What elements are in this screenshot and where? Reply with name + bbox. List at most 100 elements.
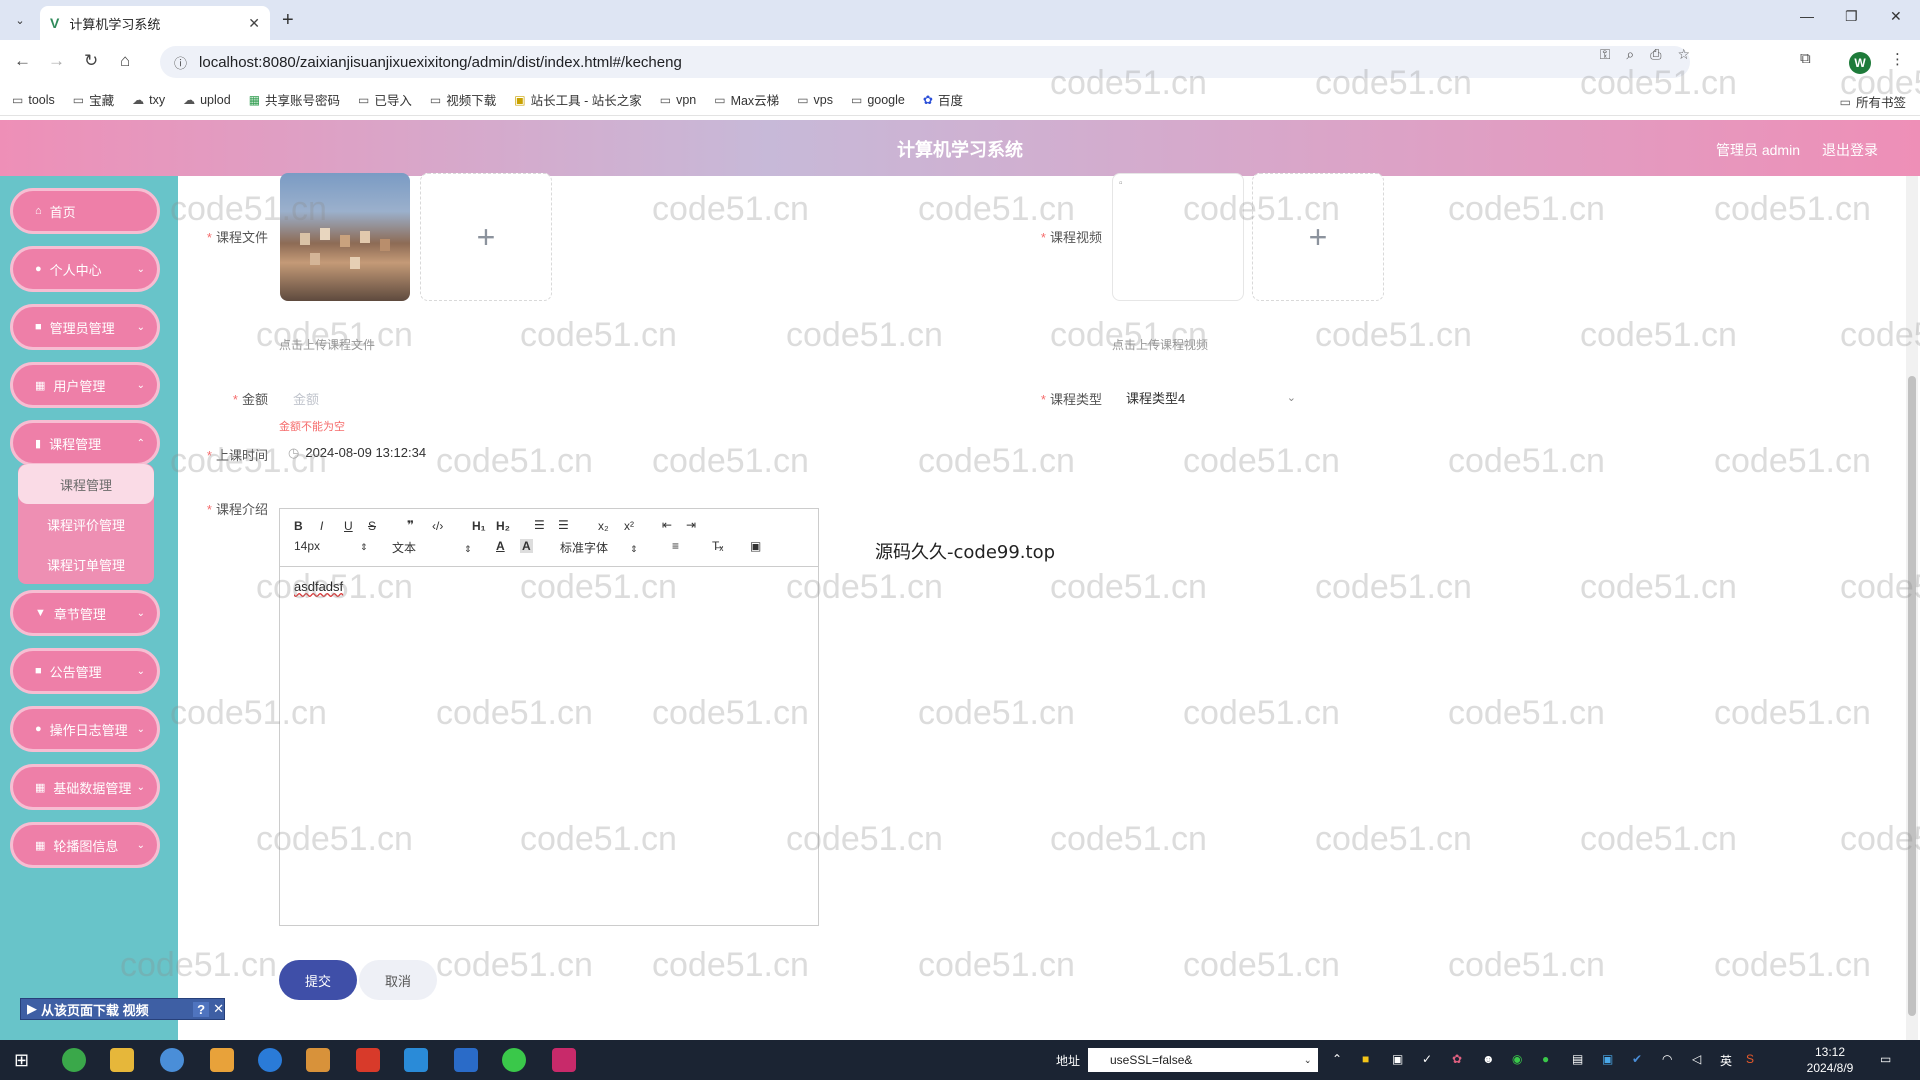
- amount-input[interactable]: 金额: [293, 389, 319, 408]
- course-type-select[interactable]: 课程类型4 ⌄: [1118, 383, 1302, 411]
- minimize-icon[interactable]: —: [1800, 8, 1814, 24]
- class-time-input[interactable]: ◷ 2024-08-09 13:12:34: [288, 445, 426, 461]
- sidebar-item-home[interactable]: ⌂ 首页: [10, 188, 160, 234]
- indent-icon[interactable]: ⇥: [686, 518, 696, 532]
- bookmark-item[interactable]: ▣ 站长工具 - 站长之家: [514, 90, 641, 109]
- taskbar-address-input[interactable]: useSSL=false& ⌄: [1088, 1048, 1318, 1072]
- underline-icon[interactable]: U: [344, 519, 353, 533]
- password-key-icon[interactable]: ⚿: [1600, 46, 1611, 63]
- sidebar-item-admins[interactable]: ■ 管理员管理 ⌄: [10, 304, 160, 350]
- clear-format-icon[interactable]: T̶ₓ: [712, 539, 723, 553]
- sidebar-item-chapters[interactable]: ▼ 章节管理 ⌄: [10, 590, 160, 636]
- all-bookmarks[interactable]: ▭ 所有书签: [1840, 92, 1906, 111]
- extensions-icon[interactable]: ⧉: [1800, 50, 1811, 67]
- intellij-icon[interactable]: [552, 1048, 576, 1072]
- course-file-upload-button[interactable]: +: [420, 173, 552, 301]
- bookmark-item[interactable]: ✿ 百度: [923, 90, 963, 109]
- omnibox[interactable]: ⓘ localhost:8080/zaixianjisuanjixuexixit…: [160, 46, 1690, 78]
- course-video-upload-button[interactable]: +: [1252, 173, 1384, 301]
- app-icon[interactable]: [306, 1048, 330, 1072]
- screenshot-icon[interactable]: ⎙: [1650, 46, 1661, 63]
- uploaded-image-thumbnail[interactable]: [280, 173, 410, 301]
- video-download-bar[interactable]: ▶ 从该页面下载 视频 ? ✕: [20, 998, 225, 1020]
- blockquote-icon[interactable]: ❞: [407, 518, 414, 532]
- tray-app-icon[interactable]: ✿: [1452, 1052, 1462, 1066]
- submenu-item-course-manage[interactable]: 课程管理: [18, 464, 154, 504]
- bookmark-item[interactable]: ▭ vpn: [660, 93, 697, 107]
- site-info-icon[interactable]: ⓘ: [174, 53, 187, 72]
- cancel-button[interactable]: 取消: [359, 960, 437, 1000]
- tray-app-icon[interactable]: ◉: [1512, 1052, 1522, 1066]
- scrollbar-thumb[interactable]: [1908, 376, 1916, 1016]
- tray-app-icon[interactable]: ✔: [1632, 1052, 1642, 1066]
- home-icon[interactable]: ⌂: [120, 51, 130, 71]
- tray-wechat-icon[interactable]: ●: [1542, 1052, 1549, 1066]
- notification-icon[interactable]: ▭: [1880, 1052, 1891, 1066]
- forward-icon[interactable]: →: [48, 51, 65, 71]
- font-color-icon[interactable]: A: [496, 539, 505, 553]
- network-icon[interactable]: ◠: [1662, 1052, 1672, 1066]
- edge-icon[interactable]: [258, 1048, 282, 1072]
- uploaded-video-thumbnail[interactable]: ▫: [1112, 173, 1244, 301]
- windows-start-icon[interactable]: ⊞: [14, 1050, 29, 1071]
- sidebar-item-users[interactable]: ▦ 用户管理 ⌄: [10, 362, 160, 408]
- page-scrollbar[interactable]: [1906, 176, 1918, 1040]
- tab-close-icon[interactable]: ✕: [248, 15, 260, 32]
- go-arrow-icon[interactable]: →: [1304, 1052, 1316, 1066]
- tray-app-icon[interactable]: ▤: [1572, 1052, 1583, 1066]
- file-explorer-icon[interactable]: [110, 1048, 134, 1072]
- chrome-icon[interactable]: [160, 1048, 184, 1072]
- bookmark-item[interactable]: ☁ txy: [132, 93, 165, 107]
- help-icon[interactable]: ?: [193, 1001, 210, 1017]
- submenu-item-course-reviews[interactable]: 课程评价管理: [18, 504, 154, 544]
- bookmark-item[interactable]: ▭ google: [851, 93, 905, 107]
- editor-content[interactable]: asdfadsf: [280, 567, 818, 606]
- strikethrough-icon[interactable]: S: [368, 519, 376, 533]
- tray-app-icon[interactable]: ✓: [1422, 1052, 1432, 1066]
- background-color-icon[interactable]: A: [520, 539, 533, 553]
- tray-app-icon[interactable]: ☻: [1482, 1052, 1495, 1066]
- sublime-icon[interactable]: [210, 1048, 234, 1072]
- taskbar-clock[interactable]: 13:12 2024/8/9: [1800, 1044, 1860, 1076]
- outdent-icon[interactable]: ⇤: [662, 518, 672, 532]
- font-size-select[interactable]: 14px ⇕: [294, 539, 368, 553]
- wps-icon[interactable]: [356, 1048, 380, 1072]
- browser-menu-icon[interactable]: ⋮: [1890, 50, 1905, 68]
- bookmark-item[interactable]: ▭ 已导入: [358, 90, 412, 109]
- bookmark-item[interactable]: ▦ 共享账号密码: [249, 90, 340, 109]
- window-close-icon[interactable]: ✕: [1890, 8, 1902, 25]
- new-tab-icon[interactable]: +: [282, 9, 294, 32]
- wechat-icon[interactable]: [502, 1048, 526, 1072]
- heading2-icon[interactable]: H₂: [496, 519, 510, 533]
- tray-chevron-up-icon[interactable]: ⌃: [1332, 1052, 1342, 1066]
- sogou-ime-icon[interactable]: S: [1746, 1052, 1754, 1066]
- volume-icon[interactable]: ◁: [1692, 1052, 1701, 1066]
- sidebar-item-basic-data[interactable]: ▦ 基础数据管理 ⌄: [10, 764, 160, 810]
- block-format-select[interactable]: 文本 ⇕: [392, 539, 472, 556]
- sidebar-item-profile[interactable]: ● 个人中心 ⌄: [10, 246, 160, 292]
- browser-tab[interactable]: V 计算机学习系统 ✕: [40, 6, 270, 40]
- bullet-list-icon[interactable]: ☰: [558, 518, 569, 532]
- ordered-list-icon[interactable]: ☰: [534, 518, 545, 532]
- vscode-icon[interactable]: [454, 1048, 478, 1072]
- tray-app-icon[interactable]: ■: [1362, 1052, 1369, 1066]
- bookmark-item[interactable]: ▭ 宝藏: [73, 90, 114, 109]
- submenu-item-course-orders[interactable]: 课程订单管理: [18, 544, 154, 584]
- bookmark-item[interactable]: ☁ uplod: [183, 93, 231, 107]
- sidebar-item-courses[interactable]: ▮ 课程管理 ⌃: [10, 420, 160, 466]
- heading1-icon[interactable]: H₁: [472, 519, 486, 533]
- app-icon[interactable]: [404, 1048, 428, 1072]
- logout-link[interactable]: 退出登录: [1822, 140, 1878, 160]
- bookmark-item[interactable]: ▭ vps: [797, 93, 833, 107]
- font-family-select[interactable]: 标准字体 ⇕: [560, 539, 638, 556]
- zoom-icon[interactable]: ⌕: [1626, 46, 1634, 63]
- sidebar-item-notices[interactable]: ■ 公告管理 ⌄: [10, 648, 160, 694]
- sidebar-item-logs[interactable]: ● 操作日志管理 ⌄: [10, 706, 160, 752]
- tab-search-chevron-icon[interactable]: ⌄: [8, 8, 32, 32]
- reload-icon[interactable]: ↻: [84, 51, 98, 71]
- bookmark-item[interactable]: ▭ 视频下载: [430, 90, 496, 109]
- app-360-icon[interactable]: [62, 1048, 86, 1072]
- tray-app-icon[interactable]: ▣: [1392, 1052, 1403, 1066]
- back-icon[interactable]: ←: [14, 51, 31, 71]
- bookmark-item[interactable]: ▭ tools: [12, 93, 55, 107]
